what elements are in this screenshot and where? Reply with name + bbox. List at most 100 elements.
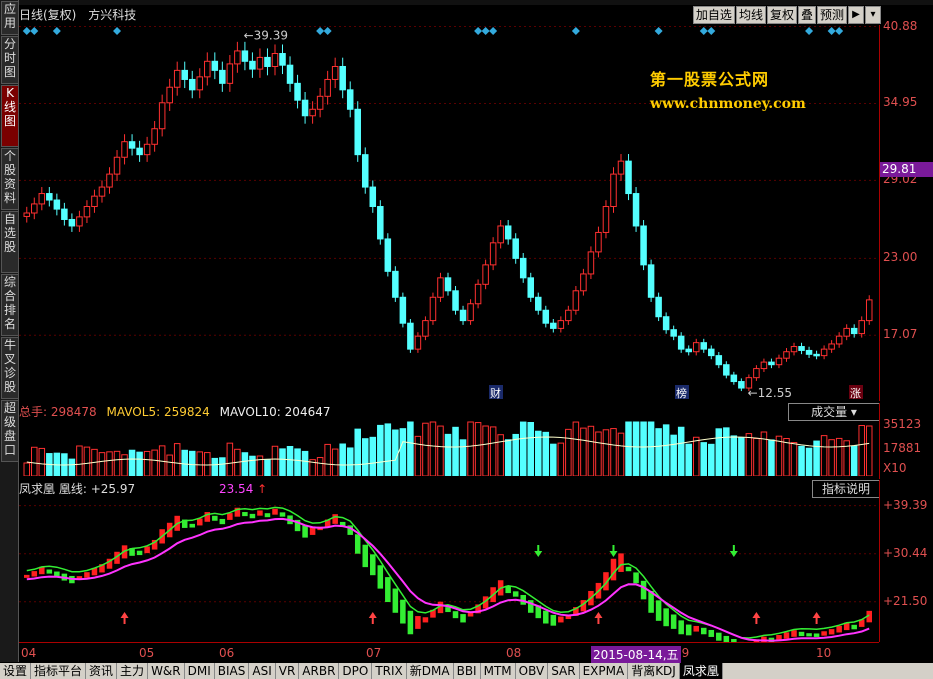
candle-body: [617, 160, 625, 175]
nav-item-2[interactable]: K线图: [1, 85, 19, 147]
tab-15[interactable]: OBV: [516, 663, 549, 679]
volume-bar: [753, 438, 760, 477]
volume-bar: [790, 442, 798, 477]
tab-5[interactable]: DMI: [185, 663, 215, 679]
volume-bar: [640, 421, 647, 477]
tab-9[interactable]: ARBR: [299, 663, 340, 679]
indicator-bar: [407, 610, 414, 635]
indicator-bar: [791, 630, 797, 637]
indicator-bar: [663, 608, 669, 627]
indicator-help-button[interactable]: 指标说明: [812, 480, 880, 498]
toolbar-button-2[interactable]: 复权: [766, 6, 797, 24]
candle-body: [692, 342, 700, 353]
left-nav: 应用 分时图 K线图 个股资料 自选股 综合排名 牛叉诊股 超级盘口: [0, 0, 19, 662]
volume-bar: [106, 451, 113, 477]
candle-body: [708, 348, 715, 357]
price-tick-3: 23.00: [883, 250, 918, 265]
diamond-marker-icon: [654, 27, 663, 35]
play-icon[interactable]: ▶: [848, 6, 864, 24]
candle-body: [219, 69, 226, 84]
tab-7[interactable]: ASI: [249, 663, 276, 679]
tab-8[interactable]: VR: [276, 663, 300, 679]
toolbar-button-3[interactable]: 叠: [797, 6, 816, 24]
candle-body: [587, 251, 595, 275]
volume-bar: [572, 421, 580, 477]
candle-body: [843, 327, 850, 337]
nav-item-4[interactable]: 自选股: [1, 211, 19, 273]
volume-axis: 35123 17881 X10: [879, 403, 933, 479]
volume-selector-label: 成交量: [811, 405, 848, 419]
tab-2[interactable]: 资讯: [86, 663, 118, 679]
candle-body: [204, 60, 211, 78]
volume-bar: [361, 438, 369, 477]
tab-1[interactable]: 指标平台: [31, 663, 87, 679]
volume-bar: [482, 425, 489, 477]
volume-bar: [286, 445, 294, 477]
indicator-chart[interactable]: [19, 497, 896, 651]
volume-bar: [316, 457, 324, 477]
tab-13[interactable]: BBI: [454, 663, 481, 679]
indicator-bar: [806, 633, 812, 637]
tab-11[interactable]: TRIX: [372, 663, 407, 679]
watermark-title: 第一股票公式网: [650, 70, 770, 89]
volume-bar: [527, 422, 535, 477]
tab-19[interactable]: 凤求凰: [679, 663, 723, 679]
candle-body: [858, 320, 865, 335]
volume-bar: [504, 439, 512, 477]
chevron-down-icon[interactable]: ▾: [865, 6, 881, 24]
volume-selector[interactable]: 成交量 ▾: [788, 403, 880, 421]
candle-body: [31, 203, 38, 214]
volume-bar: [301, 450, 309, 477]
candle-body: [249, 60, 256, 70]
toolbar-button-0[interactable]: 加自选: [692, 6, 735, 24]
indicator-tick-0: +39.39: [883, 497, 928, 512]
candle-body: [512, 238, 519, 259]
period-label[interactable]: 日线(复权): [19, 8, 76, 22]
nav-item-1[interactable]: 分时图: [1, 36, 19, 84]
tab-10[interactable]: DPO: [339, 663, 373, 679]
candle-body: [188, 78, 196, 91]
volume-bar: [331, 448, 339, 477]
tab-0[interactable]: 设置: [0, 663, 32, 679]
nav-item-6[interactable]: 牛叉诊股: [1, 337, 19, 399]
tab-18[interactable]: 背离KDJ: [628, 663, 680, 679]
nav-item-3[interactable]: 个股资料: [1, 148, 19, 210]
candle-body: [136, 147, 143, 156]
candle-body: [241, 50, 249, 62]
indicator-bar: [264, 513, 271, 518]
candle-body: [753, 368, 760, 379]
tab-17[interactable]: EXPMA: [580, 663, 629, 679]
volume-bar: [271, 445, 279, 477]
tab-6[interactable]: BIAS: [215, 663, 250, 679]
volume-tick-2: X10: [883, 461, 907, 475]
date-label-08: 08: [506, 646, 522, 660]
indicator-bar: [197, 518, 203, 526]
volume-chart[interactable]: [19, 420, 879, 477]
candle-body: [324, 78, 331, 97]
low-price-label: ←12.55: [748, 386, 792, 400]
price-tick-4: 17.07: [883, 327, 918, 342]
diamond-marker-icon: [835, 27, 844, 35]
tab-14[interactable]: MTM: [481, 663, 516, 679]
sell-arrow-icon: [534, 545, 543, 557]
tab-12[interactable]: 新DMA: [407, 663, 454, 679]
limit-tag: 涨: [850, 387, 861, 400]
volume-bar: [768, 439, 775, 477]
nav-item-5[interactable]: 综合排名: [1, 274, 19, 336]
nav-item-0[interactable]: 应用: [1, 1, 19, 35]
volume-bar: [662, 424, 670, 477]
nav-item-7[interactable]: 超级盘口: [1, 400, 19, 462]
toolbar-button-1[interactable]: 均线: [735, 6, 766, 24]
indicator-bar: [377, 565, 384, 589]
candle-body: [384, 238, 392, 272]
indicator-bar: [227, 513, 233, 520]
tab-16[interactable]: SAR: [548, 663, 580, 679]
candle-body: [602, 206, 610, 233]
tab-3[interactable]: 主力: [117, 663, 149, 679]
candle-body: [565, 309, 572, 322]
volume-bar: [783, 438, 790, 477]
candle-body: [850, 327, 858, 335]
toolbar-button-4[interactable]: 预测: [816, 6, 847, 24]
tab-4[interactable]: W&R: [148, 663, 185, 679]
volume-bar: [121, 454, 128, 477]
